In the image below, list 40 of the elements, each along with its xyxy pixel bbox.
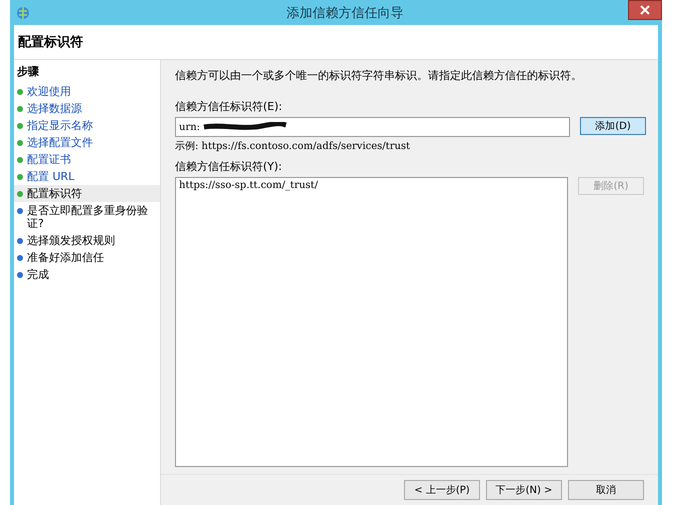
description-text: 信赖方可以由一个或多个唯一的标识符字符串标识。请指定此信赖方信任的标识符。 (175, 68, 583, 83)
identifier-list[interactable]: https://sso-sp.tt.com/_trust/ (175, 177, 568, 467)
step-label: 是否立即配置多重身份验证? (27, 204, 149, 230)
close-icon (640, 5, 650, 15)
step-item[interactable]: 配置证书 (14, 151, 160, 168)
step-label: 配置 URL (27, 170, 74, 183)
identifier-label: 信赖方信任标识符(E): (175, 99, 284, 114)
step-label: 指定显示名称 (27, 119, 93, 132)
wizard-button[interactable]: 下一步(N) > (486, 480, 562, 500)
close-button[interactable] (628, 0, 662, 20)
step-item[interactable]: 选择数据源 (14, 100, 160, 117)
step-item[interactable]: 指定显示名称 (14, 117, 160, 134)
page-title: 配置标识符 (18, 34, 83, 51)
step-label: 选择配置文件 (27, 136, 93, 149)
globe-icon (16, 4, 32, 20)
step-item[interactable]: 欢迎使用 (14, 83, 160, 100)
step-item[interactable]: 配置 URL (14, 168, 160, 185)
step-label: 配置标识符 (27, 187, 82, 200)
step-item[interactable]: 选择配置文件 (14, 134, 160, 151)
step-item[interactable]: 选择颁发授权规则 (14, 232, 160, 249)
identifier-list-label: 信赖方信任标识符(Y): (175, 159, 284, 174)
identifier-input-field[interactable]: urn: (175, 117, 570, 137)
step-label: 欢迎使用 (27, 85, 71, 98)
example-text: 示例: https://fs.contoso.com/adfs/services/trust (175, 140, 412, 153)
add-button[interactable]: 添加(D) (580, 117, 646, 135)
step-label: 准备好添加信任 (27, 251, 104, 264)
step-item[interactable]: 配置标识符 (14, 185, 160, 202)
step-item[interactable]: 准备好添加信任 (14, 249, 160, 266)
steps-title: 步骤 (16, 64, 40, 80)
window-title: 添加信赖方信任向导 (286, 4, 404, 22)
step-label: 配置证书 (27, 153, 71, 166)
step-item[interactable]: 是否立即配置多重身份验证? (14, 202, 160, 232)
wizard-button[interactable]: 取消 (568, 480, 644, 500)
step-label: 完成 (27, 268, 49, 281)
step-label: 选择颁发授权规则 (27, 234, 115, 247)
list-item[interactable]: https://sso-sp.tt.com/_trust/ (179, 180, 564, 191)
step-label: 选择数据源 (27, 102, 82, 115)
field-value: urn: (179, 122, 200, 132)
step-item[interactable]: 完成 (14, 266, 160, 283)
wizard-button[interactable]: < 上一步(P) (404, 480, 480, 500)
